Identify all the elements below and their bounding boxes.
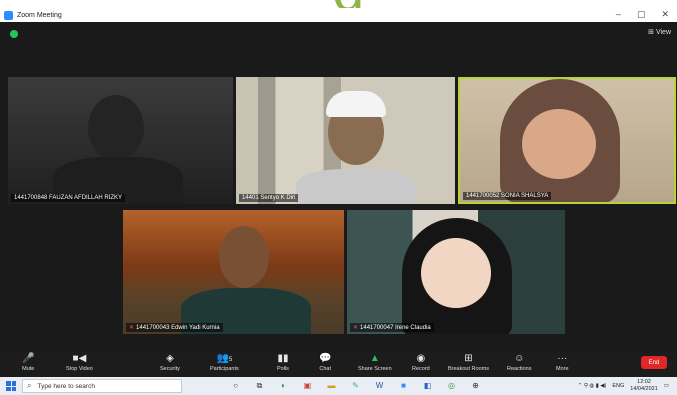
breakout-rooms-button[interactable]: ⊞ Breakout Rooms xyxy=(448,353,489,372)
participants-button[interactable]: 👥5 Participants xyxy=(210,353,239,372)
video-tile[interactable]: 14401 Sentyo K Diri xyxy=(236,77,455,204)
edge-browser-icon[interactable]: ◐ xyxy=(278,380,289,391)
windows-start-icon[interactable] xyxy=(6,381,16,391)
meeting-toolbar: 🎤 Mute ■◀ Stop Video ◈ Security 👥5 Parti… xyxy=(0,351,677,377)
stop-video-label: Stop Video xyxy=(66,366,93,372)
participant-head xyxy=(88,95,144,161)
file-explorer-icon[interactable]: ▬ xyxy=(326,380,337,391)
clock-date: 14/04/2021 xyxy=(630,386,658,392)
clock[interactable]: 12:02 14/04/2021 xyxy=(630,379,658,393)
muted-mic-icon: ✕ xyxy=(353,325,359,331)
window-title: Zoom Meeting xyxy=(17,11,62,19)
bar-chart-icon: ▮▮ xyxy=(277,353,289,364)
participant-name: 14401 Sentyo K Diri xyxy=(239,194,299,202)
word-icon[interactable]: W xyxy=(374,380,385,391)
title-bar: Zoom Meeting – ▢ ✕ xyxy=(0,8,677,22)
reactions-label: Reactions xyxy=(507,366,532,372)
window-controls: – ▢ ✕ xyxy=(616,9,669,20)
close-icon[interactable]: ✕ xyxy=(661,9,669,20)
participant-name-text: 1441700047 Irene Claudia xyxy=(360,325,431,331)
security-button[interactable]: ◈ Security xyxy=(160,353,180,372)
view-button[interactable]: ⊞ View xyxy=(648,28,671,36)
muted-mic-icon: ✕ xyxy=(129,325,135,331)
record-label: Record xyxy=(412,366,430,372)
participant-head xyxy=(219,226,269,288)
view-label: View xyxy=(655,29,671,36)
participants-icon: 👥5 xyxy=(216,353,233,364)
minimize-icon[interactable]: – xyxy=(616,9,621,20)
share-screen-icon: ▲ xyxy=(369,353,380,364)
share-screen-button[interactable]: ▲ Share Screen xyxy=(358,353,392,372)
zoom-window: Zoom Meeting – ▢ ✕ ⊞ View 1441700848 FAU… xyxy=(0,8,677,395)
participant-name: 1441700052 SONIA SHALSYA xyxy=(463,192,552,200)
microphone-icon: 🎤 xyxy=(22,353,35,364)
mute-button[interactable]: 🎤 Mute xyxy=(22,353,34,372)
meeting-area: ⊞ View 1441700848 FAUZAN AFDILLAH RIZKY … xyxy=(0,22,677,351)
app-icon[interactable]: ◧ xyxy=(422,380,433,391)
end-meeting-button[interactable]: End xyxy=(641,356,667,369)
clock-time: 12:02 xyxy=(637,379,651,385)
cap-shape xyxy=(326,91,386,117)
maximize-icon[interactable]: ▢ xyxy=(637,9,646,20)
more-dots-icon: ··· xyxy=(557,353,568,364)
language-indicator[interactable]: ENG xyxy=(612,383,624,389)
search-icon: ⌕ xyxy=(27,381,32,390)
app-icon[interactable]: ▣ xyxy=(302,380,313,391)
taskbar-apps: ○ ⧉ ◐ ▣ ▬ ✎ W ■ ◧ ◎ ⊕ xyxy=(230,380,481,391)
more-button[interactable]: ··· More xyxy=(556,353,569,372)
windows-taskbar: ⌕ Type here to search ○ ⧉ ◐ ▣ ▬ ✎ W ■ ◧ … xyxy=(0,377,677,395)
taskbar-search-box[interactable]: ⌕ Type here to search xyxy=(22,379,182,393)
app-icon[interactable]: ✎ xyxy=(350,380,361,391)
chat-label: Chat xyxy=(319,366,332,372)
zoom-taskbar-icon[interactable]: ■ xyxy=(398,380,409,391)
share-screen-label: Share Screen xyxy=(358,366,392,372)
more-label: More xyxy=(556,366,569,372)
chrome-icon[interactable]: ◎ xyxy=(446,380,457,391)
video-tile[interactable]: ✕ 1441700043 Edwin Yadi Kurnia xyxy=(123,210,344,334)
participants-label: Participants xyxy=(210,366,239,372)
zoom-logo-icon xyxy=(4,10,13,20)
video-tile[interactable]: ✕ 1441700047 Irene Claudia xyxy=(347,210,565,334)
task-view-icon[interactable]: ⧉ xyxy=(254,380,265,391)
emoji-icon: ☺ xyxy=(514,353,525,364)
chat-bubble-icon: 💬 xyxy=(319,353,332,364)
polls-label: Polls xyxy=(277,366,289,372)
participant-name: ✕ 1441700043 Edwin Yadi Kurnia xyxy=(126,323,223,332)
record-icon: ◉ xyxy=(416,353,426,364)
security-shield-icon[interactable] xyxy=(10,30,18,38)
system-tray: ⌃ ⚲ ◍ ▮ ◀) ENG 12:02 14/04/2021 ▭ xyxy=(578,379,669,393)
participant-head xyxy=(522,109,596,179)
participant-head xyxy=(421,238,491,308)
security-label: Security xyxy=(160,366,180,372)
video-camera-icon: ■◀ xyxy=(72,353,87,364)
video-tile-active-speaker[interactable]: 1441700052 SONIA SHALSYA xyxy=(458,77,676,204)
tray-icons[interactable]: ⌃ ⚲ ◍ ▮ ◀) xyxy=(578,383,607,389)
reactions-button[interactable]: ☺ Reactions xyxy=(507,353,531,372)
video-tile[interactable]: 1441700848 FAUZAN AFDILLAH RIZKY xyxy=(8,77,233,204)
chat-button[interactable]: 💬 Chat xyxy=(319,353,331,372)
participant-name: ✕ 1441700047 Irene Claudia xyxy=(350,323,434,332)
stop-video-button[interactable]: ■◀ Stop Video xyxy=(66,353,93,372)
shield-icon: ◈ xyxy=(166,353,174,364)
notification-icon[interactable]: ▭ xyxy=(664,383,669,389)
cortana-icon[interactable]: ○ xyxy=(230,380,241,391)
participant-name: 1441700848 FAUZAN AFDILLAH RIZKY xyxy=(11,194,126,202)
mute-label: Mute xyxy=(22,366,35,372)
breakout-rooms-icon: ⊞ xyxy=(464,353,473,364)
record-button[interactable]: ◉ Record xyxy=(412,353,430,372)
participants-count: 5 xyxy=(228,357,233,363)
polls-button[interactable]: ▮▮ Polls xyxy=(277,353,289,372)
participant-body xyxy=(296,169,416,204)
app-icon[interactable]: ⊕ xyxy=(470,380,481,391)
breakout-rooms-label: Breakout Rooms xyxy=(448,366,489,372)
participant-name-text: 1441700043 Edwin Yadi Kurnia xyxy=(136,325,220,331)
search-placeholder: Type here to search xyxy=(37,382,95,390)
